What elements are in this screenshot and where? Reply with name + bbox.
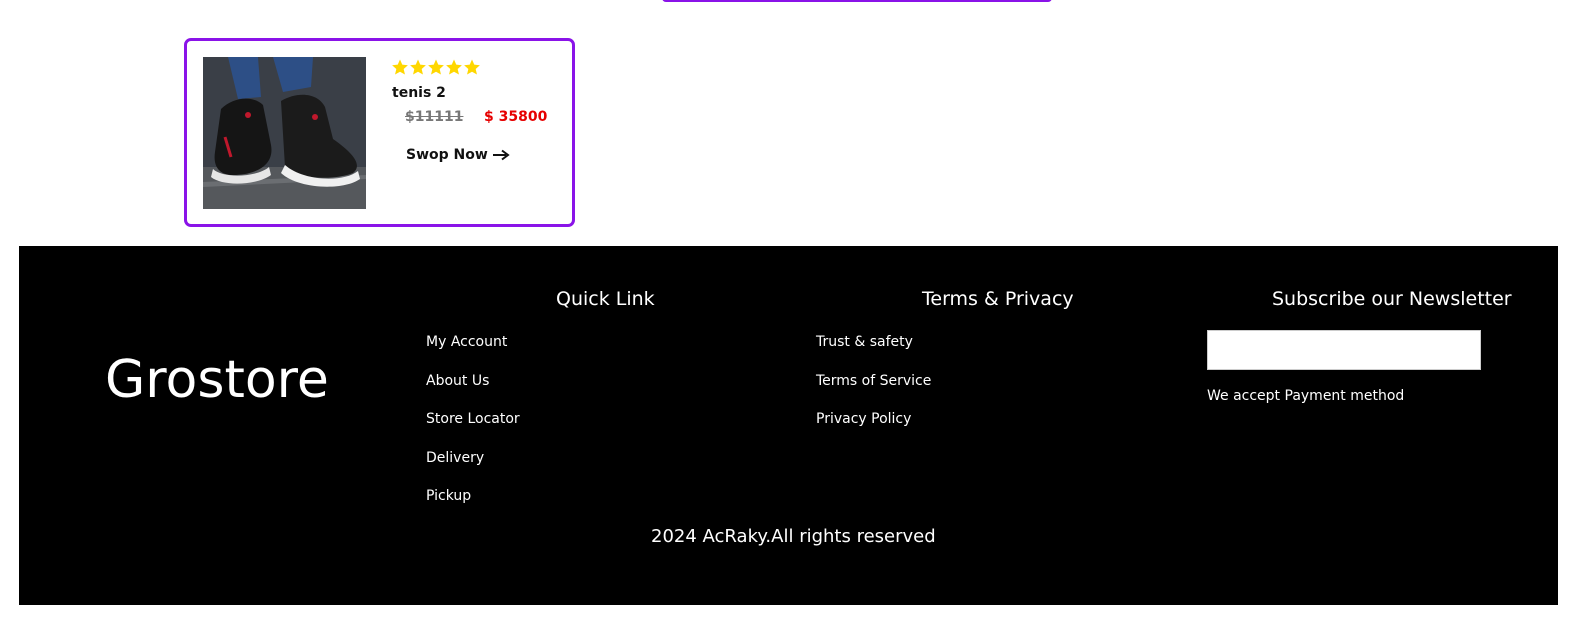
product-image[interactable] — [203, 57, 366, 209]
terms-link-list: Trust & safety Terms of Service Privacy … — [816, 332, 931, 448]
footer-link-terms-of-service[interactable]: Terms of Service — [816, 371, 931, 410]
newsletter-heading: Subscribe our Newsletter — [1272, 288, 1512, 310]
footer-link-my-account[interactable]: My Account — [426, 332, 520, 371]
old-price: $11111 — [405, 109, 464, 125]
shop-now-button[interactable]: Swop Now — [406, 147, 510, 163]
footer-link-privacy-policy[interactable]: Privacy Policy — [816, 409, 931, 448]
footer-link-store-locator[interactable]: Store Locator — [426, 409, 520, 448]
footer-brand-logo[interactable]: Grostore — [105, 350, 329, 410]
site-footer: Grostore Quick Link My Account About Us … — [19, 246, 1558, 605]
footer-link-pickup[interactable]: Pickup — [426, 486, 520, 525]
sneaker-photo-icon — [203, 57, 366, 209]
copyright-text: 2024 AcRaky.All rights reserved — [651, 526, 936, 547]
star-icon — [446, 59, 462, 75]
star-icon — [392, 59, 408, 75]
star-icon — [410, 59, 426, 75]
footer-link-delivery[interactable]: Delivery — [426, 448, 520, 487]
shop-now-label: Swop Now — [406, 147, 488, 163]
footer-link-trust-safety[interactable]: Trust & safety — [816, 332, 931, 371]
quick-link-heading: Quick Link — [556, 288, 655, 310]
quick-link-list: My Account About Us Store Locator Delive… — [426, 332, 520, 525]
product-name: tenis 2 — [392, 85, 446, 101]
footer-link-about-us[interactable]: About Us — [426, 371, 520, 410]
star-icon — [464, 59, 480, 75]
newsletter-email-input[interactable] — [1207, 330, 1481, 370]
rating-stars — [391, 57, 481, 79]
arrow-right-icon — [492, 149, 510, 161]
star-icon — [428, 59, 444, 75]
terms-privacy-heading: Terms & Privacy — [922, 288, 1074, 310]
payment-methods-text: We accept Payment method — [1207, 388, 1405, 404]
sale-price: $ 35800 — [484, 109, 548, 125]
product-card: tenis 2 $11111 $ 35800 Swop Now — [184, 38, 575, 227]
top-section-border — [662, 0, 1052, 2]
